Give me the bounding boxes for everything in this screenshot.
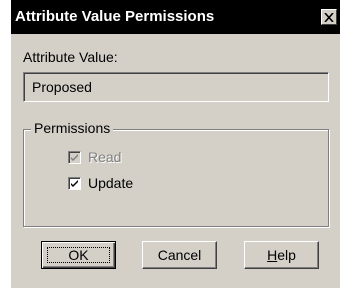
help-mnemonic: H — [267, 247, 278, 263]
help-label-rest: elp — [277, 247, 296, 263]
cancel-button-label: Cancel — [157, 247, 202, 263]
ok-button[interactable]: OK — [41, 241, 116, 269]
attribute-value-permissions-dialog: Attribute Value Permissions Attribute Va… — [10, 0, 340, 288]
read-checkbox-label: Read — [88, 149, 122, 165]
attribute-value-label: Attribute Value: — [23, 49, 118, 65]
help-button-label: Help — [267, 247, 296, 263]
dialog-title: Attribute Value Permissions — [15, 8, 215, 25]
checkmark-icon — [71, 180, 78, 187]
read-checkbox[interactable] — [68, 151, 81, 164]
update-checkbox-label: Update — [88, 175, 134, 191]
attribute-value-field: Proposed — [23, 72, 329, 102]
update-checkbox[interactable] — [68, 177, 81, 190]
close-button[interactable] — [321, 9, 337, 25]
focus-rectangle — [47, 247, 110, 263]
close-icon — [324, 12, 334, 22]
permissions-group-label: Permissions — [31, 120, 114, 136]
attribute-value-text: Proposed — [32, 79, 92, 95]
help-button[interactable]: Help — [244, 241, 319, 269]
title-bar: Attribute Value Permissions — [11, 0, 340, 34]
cancel-button[interactable]: Cancel — [142, 241, 217, 269]
checkmark-icon — [71, 154, 78, 161]
